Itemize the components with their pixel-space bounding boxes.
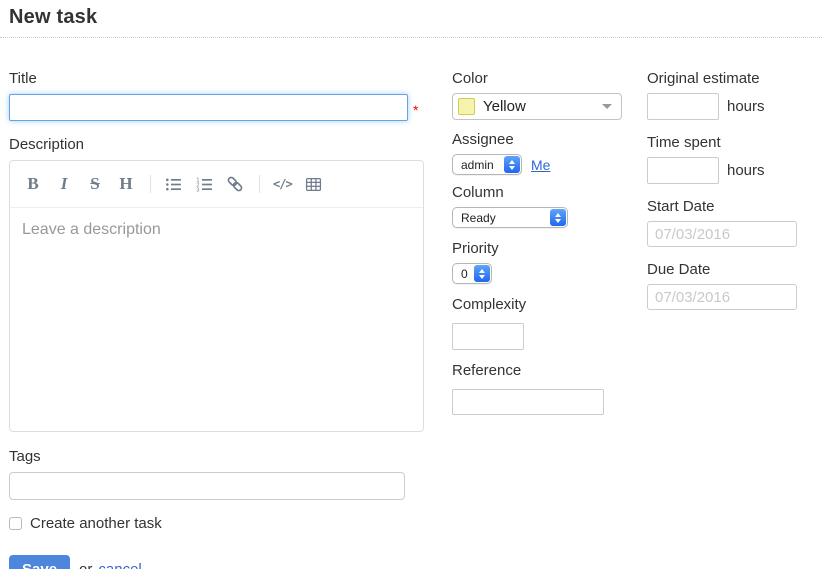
hours-suffix: hours <box>727 98 765 115</box>
column-select[interactable]: Ready <box>452 207 568 228</box>
title-input[interactable] <box>9 94 408 121</box>
required-asterisk: * <box>413 102 418 118</box>
save-button[interactable]: Save <box>9 555 70 569</box>
priority-value: 0 <box>461 267 474 281</box>
toolbar-divider <box>150 175 151 193</box>
description-placeholder: Leave a description <box>22 221 161 238</box>
original-estimate-label: Original estimate <box>647 70 822 87</box>
tags-input[interactable] <box>9 472 405 500</box>
assignee-label: Assignee <box>452 131 624 148</box>
strikethrough-icon[interactable]: S <box>86 173 104 195</box>
start-date-label: Start Date <box>647 198 822 215</box>
toolbar-divider <box>259 175 260 193</box>
due-date-input[interactable] <box>647 284 797 310</box>
italic-icon[interactable]: I <box>55 173 73 195</box>
create-another-label[interactable]: Create another task <box>30 515 162 532</box>
complexity-input[interactable] <box>452 323 524 350</box>
numbered-list-icon[interactable]: 1 2 3 <box>195 173 213 195</box>
color-swatch <box>458 98 475 115</box>
page-header: New task <box>0 6 822 38</box>
create-another-checkbox[interactable] <box>9 517 22 530</box>
or-text: or <box>79 561 92 569</box>
svg-text:3: 3 <box>196 187 199 192</box>
description-label: Description <box>9 136 426 153</box>
description-textarea[interactable]: Leave a description <box>10 208 423 252</box>
tags-label: Tags <box>9 448 426 465</box>
start-date-input[interactable] <box>647 221 797 247</box>
chevron-down-icon <box>602 104 612 109</box>
color-label: Color <box>452 70 624 87</box>
column-label: Column <box>452 184 624 201</box>
reference-label: Reference <box>452 362 624 379</box>
original-estimate-input[interactable] <box>647 93 719 120</box>
link-icon[interactable] <box>226 173 244 195</box>
page-title: New task <box>9 6 820 29</box>
priority-select[interactable]: 0 <box>452 263 492 284</box>
editor-toolbar: B I S H <box>10 161 423 208</box>
due-date-label: Due Date <box>647 261 822 278</box>
select-stepper-icon <box>474 265 490 282</box>
complexity-label: Complexity <box>452 296 624 313</box>
time-spent-input[interactable] <box>647 157 719 184</box>
table-icon[interactable] <box>305 173 323 195</box>
select-stepper-icon <box>504 156 520 173</box>
priority-label: Priority <box>452 240 624 257</box>
code-icon[interactable]: </> <box>273 173 292 195</box>
heading-icon[interactable]: H <box>117 173 135 195</box>
assignee-value: admin <box>461 158 504 172</box>
bold-icon[interactable]: B <box>24 173 42 195</box>
color-select[interactable]: Yellow <box>452 93 622 120</box>
new-task-page: New task Title * Description B I S H <box>0 0 822 569</box>
column-value: Ready <box>461 211 550 225</box>
create-another-row: Create another task <box>9 515 426 532</box>
assignee-select[interactable]: admin <box>452 154 522 175</box>
bullet-list-icon[interactable] <box>164 173 182 195</box>
assign-me-link[interactable]: Me <box>531 157 550 173</box>
time-spent-label: Time spent <box>647 134 822 151</box>
reference-input[interactable] <box>452 389 604 415</box>
cancel-link[interactable]: cancel <box>98 561 141 569</box>
title-label: Title <box>9 70 426 87</box>
description-editor: B I S H <box>9 160 424 432</box>
hours-suffix: hours <box>727 162 765 179</box>
color-value: Yellow <box>483 98 602 115</box>
select-stepper-icon <box>550 209 566 226</box>
